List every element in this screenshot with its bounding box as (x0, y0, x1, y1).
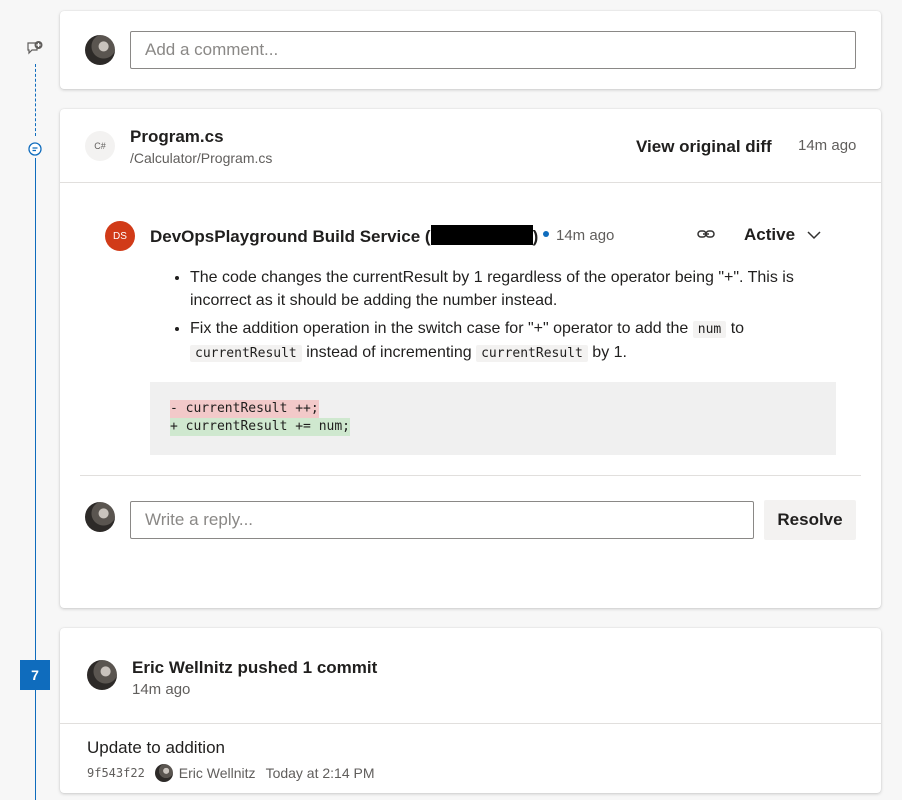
reply-input[interactable]: Write a reply... (130, 501, 754, 539)
file-path: /Calculator/Program.cs (130, 150, 273, 166)
comment-thread-card: C# Program.cs /Calculator/Program.cs Vie… (60, 109, 881, 608)
comment-author: DevOpsPlayground Build Service () (150, 225, 538, 247)
author-name-suffix: ) (532, 227, 539, 246)
reply-user-avatar (85, 502, 115, 532)
bullet-text: instead of incrementing (306, 344, 472, 361)
bullet-text: by 1. (592, 344, 627, 361)
resolve-button[interactable]: Resolve (764, 500, 856, 540)
code-suggestion-block: - currentResult ++; + currentResult += n… (150, 382, 836, 455)
current-user-avatar (85, 35, 115, 65)
bullet-text: The code changes the currentResult by 1 … (190, 269, 794, 309)
commit-date: Today at 2:14 PM (265, 765, 375, 781)
commit-author-avatar (154, 764, 173, 782)
commit-author: Eric Wellnitz (178, 765, 256, 781)
reply-divider (80, 475, 861, 476)
timeline-line (35, 158, 36, 800)
thread-timestamp: 14m ago (798, 137, 857, 154)
commit-message[interactable]: Update to addition (87, 738, 225, 758)
commit-meta: 9f543f22 Eric Wellnitz Today at 2:14 PM (87, 764, 375, 782)
inline-code: num (692, 321, 727, 338)
reply-placeholder: Write a reply... (145, 510, 254, 529)
push-timestamp: 14m ago (132, 681, 191, 698)
added-code-line: + currentResult += num; (170, 418, 351, 436)
timeline-step-badge: 7 (20, 660, 50, 690)
redacted-block (430, 225, 533, 245)
add-comment-input[interactable]: Add a comment... (130, 31, 856, 69)
comment-body: The code changes the currentResult by 1 … (190, 266, 840, 370)
inline-code: currentResult (476, 345, 588, 362)
chevron-down-icon (807, 225, 821, 245)
bullet-text: Fix the addition operation in the switch… (190, 320, 689, 337)
thread-status-dropdown[interactable]: Active (744, 225, 821, 245)
unread-dot (543, 231, 549, 237)
link-icon[interactable] (696, 225, 716, 248)
comment-timestamp: 14m ago (556, 227, 615, 244)
service-avatar: DS (105, 221, 135, 251)
view-original-diff-button[interactable]: View original diff (636, 137, 772, 157)
file-name[interactable]: Program.cs (130, 127, 224, 147)
add-comment-card: Add a comment... (60, 11, 881, 89)
commit-hash[interactable]: 9f543f22 (87, 766, 145, 780)
removed-code-line: - currentResult ++; (170, 400, 319, 418)
comment-bullet: Fix the addition operation in the switch… (190, 317, 840, 365)
thread-header-divider (60, 182, 881, 183)
comment-bullet: The code changes the currentResult by 1 … (190, 266, 840, 312)
timeline-dotted-line (35, 64, 36, 136)
add-comment-icon (26, 40, 44, 58)
bullet-text: to (730, 320, 745, 337)
commit-push-card: Eric Wellnitz pushed 1 commit 14m ago Up… (60, 628, 881, 793)
commit-divider (60, 723, 881, 724)
author-name-prefix: DevOpsPlayground Build Service ( (150, 227, 431, 246)
thread-status-label: Active (744, 225, 796, 244)
add-comment-placeholder: Add a comment... (145, 40, 279, 59)
inline-code: currentResult (190, 345, 302, 362)
csharp-file-icon: C# (85, 131, 115, 161)
push-title: Eric Wellnitz pushed 1 commit (132, 658, 378, 677)
pusher-avatar (87, 660, 117, 690)
comment-thread-icon (26, 140, 44, 158)
